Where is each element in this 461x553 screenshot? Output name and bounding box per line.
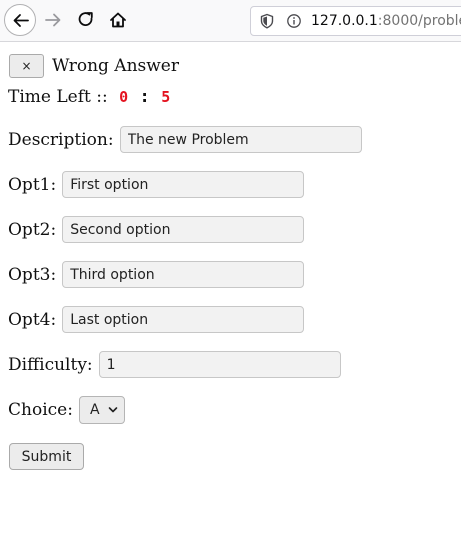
info-icon[interactable] xyxy=(286,13,302,29)
choice-row: Choice: A xyxy=(8,396,125,424)
choice-select[interactable]: A xyxy=(78,396,125,424)
difficulty-row: Difficulty: xyxy=(8,351,341,378)
forward-button[interactable] xyxy=(38,4,70,36)
forward-arrow-icon xyxy=(45,13,61,27)
back-button[interactable] xyxy=(4,4,36,36)
timer: Time Left :: 0 : 5 xyxy=(8,87,170,107)
opt4-row: Opt4: xyxy=(8,306,305,333)
browser-toolbar: 127.0.0.1:8000/problem xyxy=(0,0,461,42)
url-bar[interactable]: 127.0.0.1:8000/problem xyxy=(250,6,461,36)
opt2-label: Opt2: xyxy=(8,219,57,240)
url-host: 127.0.0.1 xyxy=(311,13,378,29)
difficulty-label: Difficulty: xyxy=(8,354,93,375)
description-label: Description: xyxy=(8,129,114,150)
description-input[interactable] xyxy=(119,126,362,153)
choice-selected-value: A xyxy=(89,402,100,418)
timer-seconds: 5 xyxy=(161,88,171,106)
close-alert-button[interactable]: × xyxy=(9,53,44,78)
alert-message: × Wrong Answer xyxy=(9,53,179,78)
reload-button[interactable] xyxy=(70,4,102,36)
submit-button[interactable]: Submit xyxy=(9,443,84,470)
opt3-label: Opt3: xyxy=(8,264,57,285)
opt4-input[interactable] xyxy=(62,306,305,333)
timer-label: Time Left :: xyxy=(8,87,108,107)
shield-icon[interactable] xyxy=(259,13,275,29)
opt3-input[interactable] xyxy=(62,261,305,288)
url-text[interactable]: 127.0.0.1:8000/problem xyxy=(311,13,461,30)
url-path: :8000/problem xyxy=(377,13,461,29)
description-row: Description: xyxy=(8,126,362,153)
timer-separator: : xyxy=(139,87,150,107)
timer-minutes: 0 xyxy=(119,88,129,106)
opt4-label: Opt4: xyxy=(8,309,57,330)
home-button[interactable] xyxy=(102,4,134,36)
opt1-label: Opt1: xyxy=(8,174,57,195)
choice-label: Choice: xyxy=(8,400,73,420)
reload-icon xyxy=(78,12,93,26)
difficulty-input[interactable] xyxy=(98,351,341,378)
back-arrow-icon xyxy=(13,14,29,27)
opt2-row: Opt2: xyxy=(8,216,305,243)
opt1-input[interactable] xyxy=(62,171,305,198)
chevron-down-icon xyxy=(108,407,118,413)
alert-text: Wrong Answer xyxy=(52,55,179,76)
opt2-input[interactable] xyxy=(62,216,305,243)
opt3-row: Opt3: xyxy=(8,261,305,288)
home-icon xyxy=(110,12,126,28)
opt1-row: Opt1: xyxy=(8,171,305,198)
